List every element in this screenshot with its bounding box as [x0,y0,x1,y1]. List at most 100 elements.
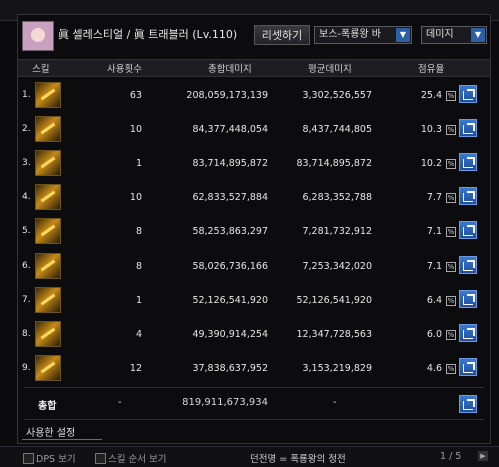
summary-label: 총합 [38,401,57,412]
row-share: 25.4 [420,90,442,101]
row-index: 7. [22,294,31,305]
damage-meter-panel: 眞 셀레스티얼 / 眞 트래블러 (Lv.110) 리셋하기 보스-폭룡왕 바 … [17,14,491,444]
share-icon[interactable] [459,85,477,103]
table-row: 1. 63 208,059,173,139 3,302,526,557 25.4% [18,77,490,111]
chevron-down-icon: ▼ [396,28,410,42]
row-index: 2. [22,124,31,135]
col-skill: 스킬 [32,64,50,75]
row-avg: 6,283,352,788 [302,192,372,204]
row-uses: 10 [129,192,142,204]
row-share: 7.1 [426,226,442,238]
character-title: 眞 셀레스티얼 / 眞 트래블러 (Lv.110) [58,28,238,41]
table-row: 9. 12 37,838,637,952 3,153,219,829 4.6% [18,350,490,384]
row-total: 62,833,527,884 [192,192,268,204]
percent-icon: % [446,125,456,136]
percent-icon: % [446,295,456,306]
skill-icon [35,252,61,279]
row-uses: 63 [129,90,142,101]
row-avg: 8,437,744,805 [302,124,372,136]
boss-select[interactable]: 보스-폭룡왕 바 ▼ [314,26,412,44]
row-index: 9. [22,362,31,373]
row-uses: 4 [135,328,142,340]
row-uses: 10 [129,124,142,136]
settings-tab-underline [22,439,102,440]
table-row: 2. 10 84,377,448,054 8,437,744,805 10.3% [18,111,490,145]
row-total: 37,838,637,952 [192,362,268,374]
col-share: 점유율 [418,64,445,75]
percent-icon: % [446,261,456,272]
divider [24,419,484,420]
row-share: 6.0 [426,328,442,340]
col-uses: 사용횟수 [107,64,142,75]
row-avg: 3,153,219,829 [302,362,372,374]
share-icon[interactable] [459,357,477,376]
row-avg: 3,302,526,557 [302,90,372,101]
percent-icon: % [446,227,456,238]
summary-total: 819,911,673,934 [182,397,268,408]
row-total: 208,059,173,139 [186,90,268,101]
row-total: 83,714,895,872 [192,158,268,170]
row-avg: 7,281,732,912 [302,226,372,238]
row-index: 8. [22,328,31,339]
metric-select-value: 데미지 [426,29,454,40]
row-uses: 1 [135,158,142,170]
share-icon[interactable] [459,153,477,172]
percent-icon: % [446,329,456,340]
skill-icon [35,320,61,347]
skill-icon [35,184,61,211]
table-row: 7. 1 52,126,541,920 52,126,541,920 6.4% [18,282,490,316]
row-avg: 52,126,541,920 [296,294,372,306]
skill-icon [35,354,61,381]
row-share: 6.4 [426,294,442,306]
table-row: 3. 1 83,714,895,872 83,714,895,872 10.2% [18,145,490,179]
percent-icon: % [446,193,456,204]
row-avg: 83,714,895,872 [296,158,372,170]
row-index: 5. [22,226,31,237]
row-total: 58,253,863,297 [192,226,268,238]
skill-order-checkbox[interactable] [95,453,106,464]
row-index: 6. [22,260,31,271]
share-icon[interactable] [459,395,477,413]
table-row: 8. 4 49,390,914,254 12,347,728,563 6.0% [18,316,490,350]
skill-icon [35,82,61,108]
skill-order-label: 스킬 순서 보기 [108,454,167,465]
row-uses: 8 [135,226,142,238]
settings-tab[interactable]: 사용한 설정 [26,424,75,439]
next-page-arrow[interactable]: ▶ [478,451,488,461]
row-share: 10.2 [420,158,442,170]
row-uses: 8 [135,260,142,272]
share-icon[interactable] [459,289,477,308]
reset-button[interactable]: 리셋하기 [254,25,310,45]
divider [24,387,484,388]
metric-select[interactable]: 데미지 ▼ [421,26,487,44]
share-icon[interactable] [459,221,477,240]
percent-icon: % [446,91,456,101]
percent-icon: % [446,159,456,170]
avatar-face [31,28,45,42]
share-icon[interactable] [459,255,477,274]
share-icon[interactable] [459,119,477,138]
row-share: 7.1 [426,260,442,272]
percent-icon: % [446,363,456,374]
skill-icon [35,116,61,143]
row-share: 10.3 [420,124,442,136]
table-row: 5. 8 58,253,863,297 7,281,732,912 7.1% [18,213,490,247]
boss-select-value: 보스-폭룡왕 바 [319,29,381,40]
table-row: 6. 8 58,026,736,166 7,253,342,020 7.1% [18,248,490,282]
table-row: 4. 10 62,833,527,884 6,283,352,788 7.7% [18,179,490,213]
skill-icon [35,286,61,313]
dps-checkbox[interactable] [23,453,34,464]
summary-uses: - [118,397,122,408]
page-indicator: 1 / 5 [440,451,462,462]
row-index: 1. [22,90,31,100]
chevron-down-icon: ▼ [471,28,485,42]
dungeon-name: 던전명 = 폭룡왕의 정전 [250,454,346,465]
bottom-bar: DPS 보기 스킬 순서 보기 던전명 = 폭룡왕의 정전 1 / 5 ▶ [0,446,499,467]
row-avg: 7,253,342,020 [302,260,372,272]
row-total: 58,026,736,166 [192,260,268,272]
share-icon[interactable] [459,187,477,206]
row-share: 4.6 [426,362,442,374]
share-icon[interactable] [459,323,477,342]
row-uses: 1 [135,294,142,306]
col-total: 총합데미지 [208,64,252,75]
